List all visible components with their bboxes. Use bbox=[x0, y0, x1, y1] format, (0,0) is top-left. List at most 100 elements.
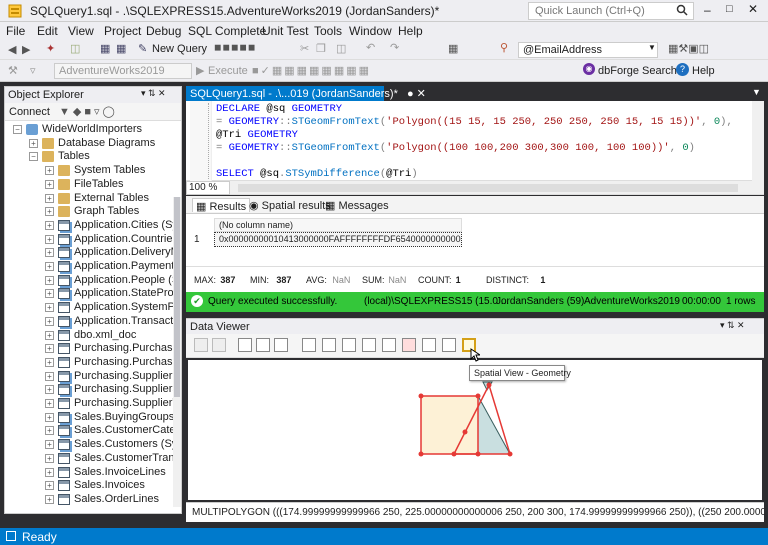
new-item-icon[interactable]: ✦ bbox=[46, 42, 55, 55]
maximize-button[interactable]: □ bbox=[726, 3, 733, 15]
viewer-text-icon[interactable] bbox=[302, 338, 316, 352]
viewer-hex-icon[interactable] bbox=[322, 338, 336, 352]
code-editor[interactable]: DECLARE @sq GEOMETRY = GEOMETRY::STGeomFr… bbox=[186, 101, 764, 181]
viewer-cut-icon[interactable] bbox=[274, 338, 288, 352]
expand-icon[interactable]: + bbox=[45, 467, 54, 477]
open-icon[interactable]: ◫ bbox=[70, 42, 80, 55]
tree-item[interactable]: + System Tables bbox=[5, 164, 173, 178]
menu-unit-test[interactable]: Unit Test bbox=[262, 24, 308, 38]
expand-icon[interactable]: + bbox=[45, 357, 54, 367]
menu-help[interactable]: Help bbox=[398, 24, 423, 38]
expand-icon[interactable]: + bbox=[45, 207, 54, 217]
new-query-button[interactable]: New Query bbox=[152, 43, 207, 55]
expand-icon[interactable]: + bbox=[45, 234, 54, 244]
tree-item[interactable]: − WideWorldImporters bbox=[5, 123, 173, 137]
minimize-button[interactable]: – bbox=[704, 3, 711, 17]
tree-item[interactable]: + Purchasing.SupplierCat bbox=[5, 370, 173, 384]
connect-button[interactable]: Connect bbox=[9, 106, 50, 118]
menu-project[interactable]: Project bbox=[104, 24, 141, 38]
expand-icon[interactable]: + bbox=[45, 426, 54, 436]
expand-icon[interactable]: + bbox=[45, 303, 54, 313]
expand-icon[interactable]: + bbox=[45, 453, 54, 463]
expand-icon[interactable]: + bbox=[45, 399, 54, 408]
expand-icon[interactable]: + bbox=[45, 220, 54, 230]
expand-icon[interactable]: + bbox=[45, 275, 54, 285]
scrollbar-thumb[interactable] bbox=[174, 197, 180, 397]
tree-item[interactable]: + Sales.Customers (Syster bbox=[5, 438, 173, 452]
solution-icon[interactable]: ▦ bbox=[448, 42, 458, 55]
close-button[interactable]: ✕ bbox=[748, 2, 758, 16]
tree-item[interactable]: + dbo.xml_doc bbox=[5, 329, 173, 343]
tree-item[interactable]: + Database Diagrams bbox=[5, 137, 173, 151]
viewer-json-icon[interactable] bbox=[422, 338, 436, 352]
tree-item[interactable]: + Sales.InvoiceLines bbox=[5, 466, 173, 480]
save-all-icon[interactable]: ▦ bbox=[116, 42, 126, 55]
tree-item[interactable]: + Application.SystemPara bbox=[5, 301, 173, 315]
expand-icon[interactable]: + bbox=[45, 330, 54, 340]
menu-file[interactable]: File bbox=[6, 24, 25, 38]
menu-window[interactable]: Window bbox=[349, 24, 392, 38]
query-type-icons[interactable]: ◼◼◼◼◼ bbox=[214, 42, 256, 53]
menu-edit[interactable]: Edit bbox=[37, 24, 58, 38]
tree-item[interactable]: + Sales.CustomerCategor bbox=[5, 424, 173, 438]
tab-results[interactable]: ▦ Results bbox=[192, 198, 251, 213]
dbforge-search-button[interactable]: dbForge Search bbox=[598, 65, 677, 77]
expand-icon[interactable]: + bbox=[45, 371, 54, 381]
expand-icon[interactable]: + bbox=[45, 385, 54, 395]
horizontal-scrollbar[interactable] bbox=[238, 184, 738, 192]
chevron-down-icon[interactable]: ▼ bbox=[648, 43, 656, 52]
tree-item[interactable]: + External Tables bbox=[5, 192, 173, 206]
tree-item[interactable]: + Sales.CustomerTransac bbox=[5, 452, 173, 466]
help-icon[interactable]: ? bbox=[676, 63, 689, 76]
pin-icon[interactable]: ▾ ⇅ ✕ bbox=[720, 320, 745, 331]
tree-item[interactable]: + Purchasing.PurchaseOr bbox=[5, 342, 173, 356]
close-tab-icon[interactable]: ● ✕ bbox=[407, 88, 426, 100]
expand-icon[interactable]: + bbox=[45, 262, 54, 271]
tree-item[interactable]: + Application.DeliveryMe bbox=[5, 246, 173, 260]
tree-item[interactable]: + Sales.OrderLines bbox=[5, 493, 173, 507]
save-icon[interactable]: ▦ bbox=[100, 42, 110, 55]
tree-item[interactable]: − Tables bbox=[5, 150, 173, 164]
collapse-icon[interactable]: − bbox=[13, 125, 22, 134]
tab-spatial-results[interactable]: ◉ Spatial results bbox=[246, 198, 334, 212]
new-query-icon[interactable]: ✎ bbox=[138, 42, 147, 55]
tree-item[interactable]: + Sales.BuyingGroups (Sy bbox=[5, 411, 173, 425]
editor-scrollbar[interactable] bbox=[752, 101, 764, 181]
tree-item[interactable]: + Application.Countries ( bbox=[5, 233, 173, 247]
menu-sql-complete[interactable]: SQL Complete bbox=[188, 24, 266, 38]
tree-item[interactable]: + FileTables bbox=[5, 178, 173, 192]
expand-icon[interactable]: + bbox=[45, 494, 54, 504]
expand-icon[interactable]: + bbox=[45, 179, 54, 189]
tree-item[interactable]: + Application.Transaction bbox=[5, 315, 173, 329]
help-button[interactable]: Help bbox=[692, 65, 715, 77]
tab-messages[interactable]: ▦ Messages bbox=[322, 198, 392, 212]
viewer-copy-icon[interactable] bbox=[238, 338, 252, 352]
tree-item[interactable]: + Application.People (Sys bbox=[5, 274, 173, 288]
expand-icon[interactable]: + bbox=[45, 193, 54, 203]
expand-icon[interactable]: + bbox=[45, 481, 54, 491]
zoom-combo[interactable]: 100 % bbox=[186, 181, 230, 195]
menu-tools[interactable]: Tools bbox=[314, 24, 342, 38]
tree-item[interactable]: + Application.Cities (Syst bbox=[5, 219, 173, 233]
find-combo[interactable]: @EmailAddress bbox=[518, 42, 658, 58]
viewer-pdf-icon[interactable] bbox=[402, 338, 416, 352]
tree-item[interactable]: + Purchasing.SupplierTra bbox=[5, 397, 173, 411]
tree-item[interactable]: + Application.StateProvir bbox=[5, 287, 173, 301]
menu-view[interactable]: View bbox=[68, 24, 94, 38]
dbforge-icon[interactable]: ◉ bbox=[583, 63, 595, 75]
expand-icon[interactable]: + bbox=[45, 289, 54, 299]
tree-item[interactable]: + Purchasing.Suppliers (S bbox=[5, 383, 173, 397]
tree-item[interactable]: + Sales.Invoices bbox=[5, 479, 173, 493]
pin-icon[interactable]: ▾ ⇅ ✕ bbox=[141, 88, 166, 99]
viewer-paste-icon[interactable] bbox=[256, 338, 270, 352]
result-cell[interactable]: 0x00000000010413000000FAFFFFFFFFDF654000… bbox=[214, 232, 462, 247]
menu-debug[interactable]: Debug bbox=[146, 24, 181, 38]
quick-launch-input[interactable]: Quick Launch (Ctrl+Q) bbox=[528, 2, 694, 20]
expand-icon[interactable]: + bbox=[29, 138, 38, 148]
properties-icon[interactable]: ▦⚒▣◫ bbox=[668, 42, 709, 55]
spatial-view-canvas[interactable] bbox=[188, 360, 762, 500]
expand-icon[interactable]: + bbox=[45, 166, 54, 176]
find-icon[interactable]: ⚲ bbox=[500, 41, 508, 54]
forward-icon[interactable]: ▶ bbox=[22, 43, 30, 56]
viewer-html-icon[interactable] bbox=[362, 338, 376, 352]
